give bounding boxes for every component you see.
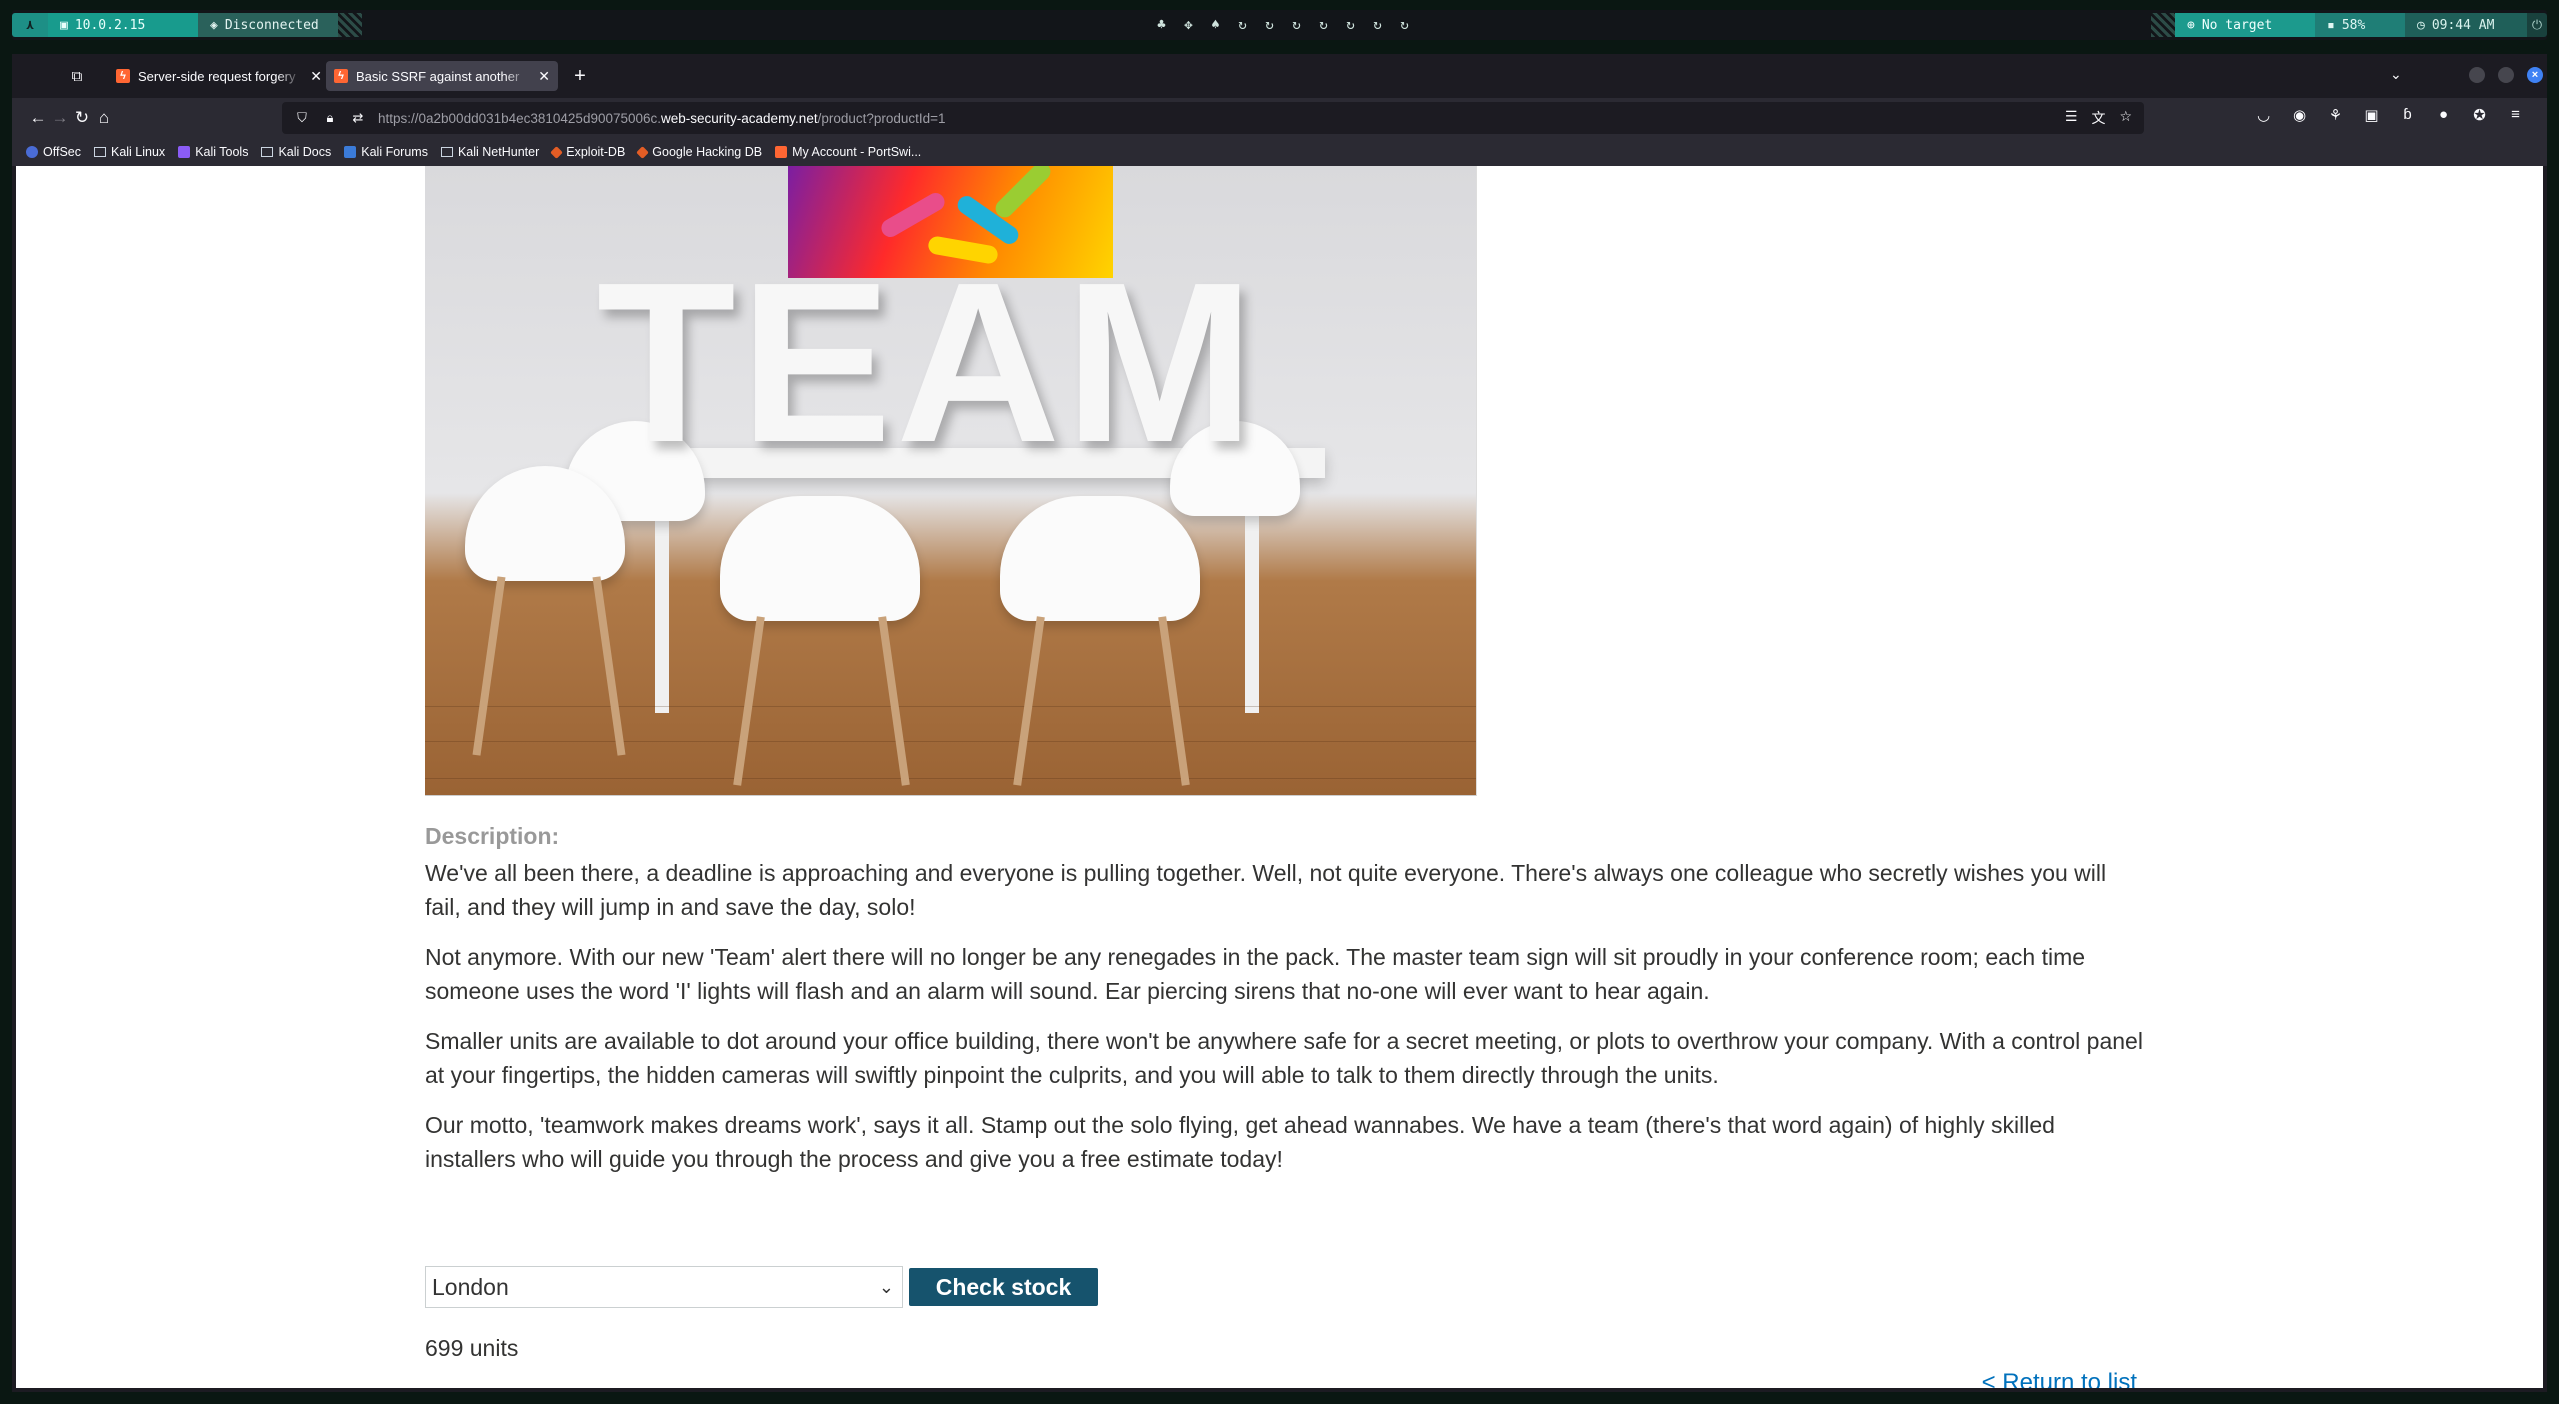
- description-paragraph: We've all been there, a deadline is appr…: [425, 860, 2107, 920]
- minimize-button[interactable]: [2469, 67, 2485, 83]
- product-image: TEAM: [425, 166, 1477, 796]
- extensions-icon[interactable]: ⚘: [2324, 106, 2347, 124]
- description-label: Description:: [425, 823, 560, 849]
- address-bar[interactable]: ⛉ 🔒︎ ⇄ https://0a2b00dd031b4ec3810425d90…: [282, 102, 2144, 134]
- maximize-button[interactable]: [2498, 67, 2514, 83]
- target-icon: ⊕: [2187, 17, 2195, 33]
- shield-icon: ◈: [210, 17, 218, 33]
- workspace-switcher: ♣ ✥ ♠ ↻ ↻ ↻ ↻ ↻ ↻ ↻: [1152, 15, 1414, 34]
- return-to-list-link[interactable]: < Return to list: [1982, 1369, 2137, 1388]
- translate-icon[interactable]: 文: [2091, 108, 2105, 128]
- workspace-1-icon[interactable]: ♣: [1152, 15, 1171, 34]
- tab-bar: ⧉ ϟ Server-side request forgery ✕ ϟ Basi…: [12, 54, 2547, 98]
- close-tab-icon[interactable]: ✕: [310, 68, 322, 85]
- store-select[interactable]: London ⌄: [425, 1266, 903, 1308]
- firefox-view-icon[interactable]: ⧉: [66, 66, 88, 86]
- battery-indicator[interactable]: ▪ 58%: [2315, 13, 2405, 37]
- workspace-8-icon[interactable]: ↻: [1341, 15, 1360, 34]
- bookmark-offsec[interactable]: OffSec: [26, 145, 81, 159]
- vpn-status-indicator[interactable]: ◈ Disconnected: [198, 13, 338, 37]
- home-button[interactable]: ⌂: [92, 106, 116, 130]
- monitor-icon: ▣: [60, 17, 68, 33]
- workspace-5-icon[interactable]: ↻: [1260, 15, 1279, 34]
- bookmarks-toolbar: OffSec Kali Linux Kali Tools Kali Docs K…: [12, 138, 2547, 166]
- list-all-tabs-icon[interactable]: ⌄: [2390, 66, 2402, 83]
- ip-address-indicator[interactable]: ▣ 10.0.2.15: [48, 13, 198, 37]
- workspace-4-icon[interactable]: ↻: [1233, 15, 1252, 34]
- portswigger-favicon-icon: ϟ: [116, 69, 130, 83]
- kali-forums-icon: [344, 146, 357, 158]
- check-stock-button[interactable]: Check stock: [909, 1268, 1098, 1306]
- panel-separator: [338, 13, 362, 37]
- bookmark-exploit-db[interactable]: Exploit-DB: [550, 145, 625, 159]
- forward-button[interactable]: →: [48, 106, 72, 130]
- clock[interactable]: ◷ 09:44 AM: [2405, 13, 2527, 37]
- bookmark-star-icon[interactable]: ☆: [2119, 108, 2132, 128]
- bookmark-kali-nethunter[interactable]: Kali NetHunter: [440, 145, 539, 159]
- browser-window: ⧉ ϟ Server-side request forgery ✕ ϟ Basi…: [12, 54, 2547, 1392]
- stock-result: 699 units: [425, 1335, 519, 1361]
- tab-basic-ssrf-lab[interactable]: ϟ Basic SSRF against another ✕: [326, 61, 558, 91]
- workspace-7-icon[interactable]: ↻: [1314, 15, 1333, 34]
- target-indicator[interactable]: ⊕ No target: [2175, 13, 2315, 37]
- pocket-icon[interactable]: ◡: [2252, 106, 2275, 124]
- workspace-6-icon[interactable]: ↻: [1287, 15, 1306, 34]
- product-description: Description: We've all been there, a dea…: [425, 823, 2145, 1192]
- kali-menu-icon[interactable]: ⋏: [12, 13, 48, 37]
- team-sign: TEAM: [596, 236, 1259, 490]
- description-paragraph: Our motto, 'teamwork makes dreams work',…: [425, 1112, 2055, 1172]
- foxyproxy-icon[interactable]: ●: [2432, 106, 2455, 124]
- close-window-button[interactable]: ×: [2527, 67, 2543, 83]
- portswigger-icon: [775, 146, 788, 158]
- desktop-panel: ⋏ ▣ 10.0.2.15 ◈ Disconnected ♣ ✥ ♠ ↻ ↻ ↻…: [12, 10, 2547, 40]
- panel-separator: [2151, 13, 2175, 37]
- menu-icon[interactable]: ≡: [2504, 106, 2527, 124]
- back-button[interactable]: ←: [26, 106, 50, 130]
- extension-icon[interactable]: ɓ: [2396, 106, 2419, 124]
- kali-icon: [261, 147, 274, 157]
- bookmark-kali-forums[interactable]: Kali Forums: [344, 145, 428, 159]
- description-paragraph: Not anymore. With our new 'Team' alert t…: [425, 944, 2086, 1004]
- clock-icon: ◷: [2417, 17, 2425, 33]
- extension-badge-icon[interactable]: ▣: [2360, 106, 2383, 124]
- bookmark-kali-linux[interactable]: Kali Linux: [93, 145, 165, 159]
- close-tab-icon[interactable]: ✕: [538, 68, 550, 85]
- new-tab-button[interactable]: +: [568, 64, 592, 88]
- exploit-db-icon: [550, 145, 564, 159]
- workspace-2-icon[interactable]: ✥: [1179, 15, 1198, 34]
- bookmark-kali-docs[interactable]: Kali Docs: [261, 145, 331, 159]
- ghdb-icon: [636, 145, 650, 159]
- bookmark-google-hacking-db[interactable]: Google Hacking DB: [636, 145, 762, 159]
- reader-view-icon[interactable]: ☰: [2065, 108, 2078, 128]
- lock-icon[interactable]: 🔒︎: [322, 110, 338, 126]
- description-paragraph: Smaller units are available to dot aroun…: [425, 1028, 2143, 1088]
- navigation-toolbar: ← → ↻ ⌂ ⛉ 🔒︎ ⇄ https://0a2b00dd031b4ec38…: [12, 98, 2547, 138]
- chevron-down-icon: ⌄: [878, 1276, 894, 1297]
- permissions-icon[interactable]: ⇄: [350, 110, 366, 126]
- kali-icon: [440, 147, 453, 157]
- page-content: TEAM Description: We've all been there, …: [16, 166, 2543, 1388]
- offsec-icon: [26, 146, 38, 158]
- account-icon[interactable]: ◉: [2288, 106, 2311, 124]
- bookmark-kali-tools[interactable]: Kali Tools: [178, 145, 248, 159]
- tracking-protection-icon[interactable]: ⛉: [294, 110, 310, 126]
- workspace-10-icon[interactable]: ↻: [1395, 15, 1414, 34]
- reload-button[interactable]: ↻: [70, 106, 94, 130]
- power-icon[interactable]: ⏻: [2527, 13, 2547, 37]
- settings-extension-icon[interactable]: ✪: [2468, 106, 2491, 124]
- url-text[interactable]: https://0a2b00dd031b4ec3810425d90075006c…: [378, 111, 2053, 126]
- kali-tools-icon: [178, 146, 191, 158]
- battery-icon: ▪: [2327, 17, 2335, 33]
- kali-icon: [93, 147, 106, 157]
- bookmark-my-account-portswigger[interactable]: My Account - PortSwi...: [775, 145, 921, 159]
- stock-check-form: London ⌄ Check stock: [425, 1266, 1098, 1308]
- tab-ssrf-topic[interactable]: ϟ Server-side request forgery ✕: [108, 61, 330, 91]
- workspace-9-icon[interactable]: ↻: [1368, 15, 1387, 34]
- portswigger-favicon-icon: ϟ: [334, 69, 348, 83]
- workspace-3-icon[interactable]: ♠: [1206, 15, 1225, 34]
